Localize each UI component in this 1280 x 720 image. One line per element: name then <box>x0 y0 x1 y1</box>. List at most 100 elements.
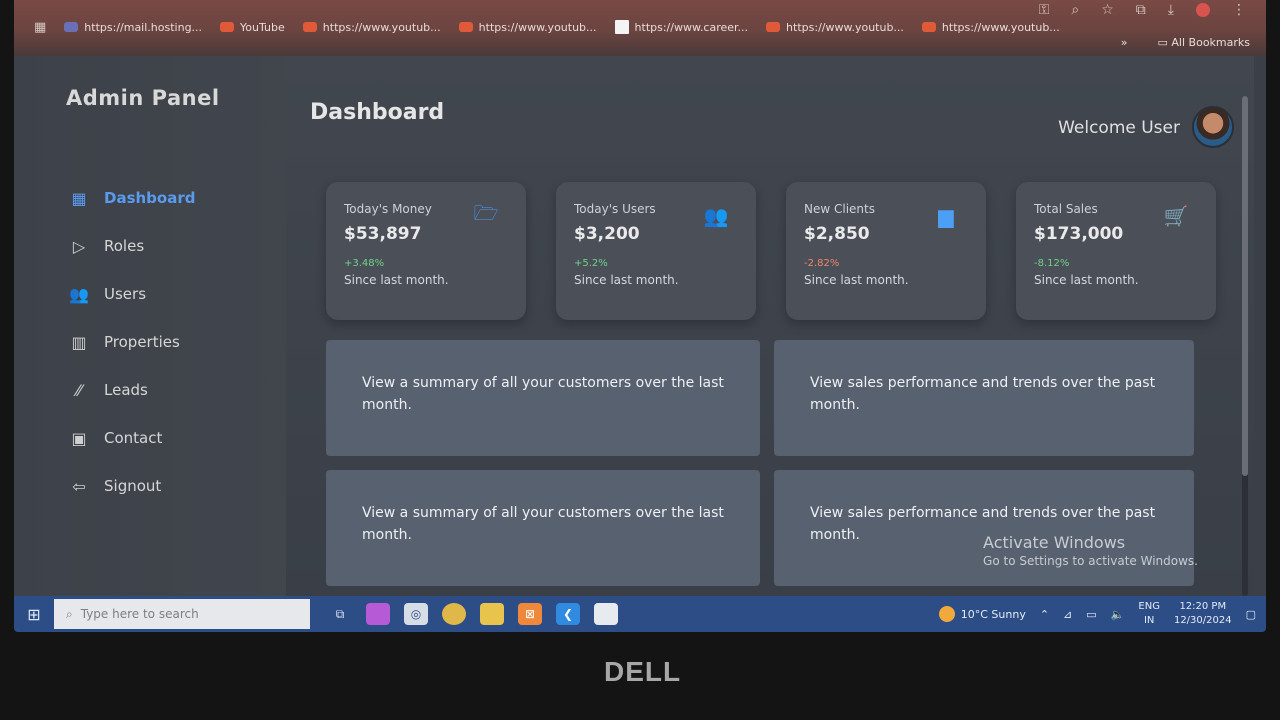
building-icon: ▥ <box>71 332 87 352</box>
windows-start-button[interactable]: ⊞ <box>14 596 54 632</box>
volume-icon[interactable]: 🔈 <box>1111 608 1125 621</box>
bookmark-label: https://www.youtub... <box>478 20 597 34</box>
task-view-icon[interactable]: ⧉ <box>328 603 352 625</box>
youtube-favicon-icon <box>302 22 317 32</box>
youtube-favicon-icon <box>766 22 781 32</box>
file-icon: ▆ <box>938 204 954 228</box>
grid-icon: ▦ <box>71 188 87 208</box>
customers-summary-panel[interactable]: View a summary of all your customers ove… <box>326 340 760 456</box>
sidebar-item-dashboard[interactable]: ▦ Dashboard <box>68 174 195 222</box>
network-icon[interactable]: ⊿ <box>1063 608 1072 621</box>
apps-grid-icon[interactable]: ▦ <box>34 20 46 35</box>
main-content: Dashboard Welcome User Today's Money $53… <box>286 56 1254 596</box>
battery-icon[interactable]: ▭ <box>1086 608 1096 621</box>
sidebar-item-properties[interactable]: ▥ Properties <box>68 318 195 366</box>
sidebar-item-label: Properties <box>104 333 180 351</box>
lang-bottom: IN <box>1143 615 1155 626</box>
xampp-icon[interactable]: ⊠ <box>518 603 542 625</box>
bookmark-item[interactable]: https://www.youtub... <box>921 20 1060 34</box>
stat-change: -8.12% <box>1034 258 1070 269</box>
bookmarks-bar: ⚿ ⌕ ☆ ⧉ ⤓ ⋮ ▦ https://mail.hosting... Yo… <box>14 0 1266 56</box>
sun-icon <box>938 606 955 622</box>
copilot-icon[interactable] <box>366 603 390 625</box>
bookmark-label: https://www.youtub... <box>786 20 904 34</box>
language-indicator[interactable]: ENG IN <box>1138 600 1160 628</box>
stat-change: +3.48% <box>344 258 385 269</box>
bookmark-item[interactable]: https://www.youtub... <box>458 20 597 34</box>
chevron-up-icon[interactable]: ⌃ <box>1040 608 1049 621</box>
sidebar-item-users[interactable]: 👥 Users <box>68 270 195 318</box>
sales-performance-panel[interactable]: View sales performance and trends over t… <box>774 470 1194 586</box>
clock[interactable]: 12:20 PM 12/30/2024 <box>1174 600 1232 628</box>
avatar[interactable] <box>1192 106 1234 148</box>
welcome-text: Welcome User <box>1058 118 1180 138</box>
signout-icon: ⇦ <box>72 476 86 496</box>
search-icon: ⌕ <box>66 606 73 621</box>
bookmark-item[interactable]: YouTube <box>220 21 285 34</box>
bookmark-label: YouTube <box>240 20 285 34</box>
sidebar-item-label: Users <box>104 285 147 303</box>
stat-card-money: Today's Money $53,897 +3.48% Since last … <box>326 182 526 320</box>
taskbar-search[interactable]: ⌕ Type here to search <box>54 599 310 629</box>
windows-taskbar: ⊞ ⌕ Type here to search ⧉ ◎ ⊠ ❮ 10°C Sun… <box>14 596 1266 632</box>
page-scrollbar[interactable] <box>1242 96 1248 596</box>
sidebar-item-signout[interactable]: ⇦ Signout <box>68 462 195 510</box>
cart-icon: 🛒 <box>1163 204 1189 228</box>
bookmark-list: ▦ https://mail.hosting... YouTube https:… <box>14 10 1266 44</box>
sidebar-item-roles[interactable]: ▷ Roles <box>68 222 195 270</box>
dell-logo: DELL <box>604 656 682 687</box>
watermark-subtitle: Go to Settings to activate Windows. <box>983 554 1198 568</box>
vscode-icon[interactable]: ❮ <box>556 603 580 625</box>
customers-summary-panel[interactable]: View a summary of all your customers ove… <box>326 470 760 586</box>
app-icon[interactable]: ◎ <box>404 603 428 625</box>
folder-icon: 🗁 <box>473 201 499 225</box>
bookmark-label: https://www.career... <box>634 20 749 34</box>
more-bookmarks-button[interactable]: » <box>1121 36 1128 49</box>
brand-title: Admin Panel <box>66 86 220 110</box>
scrollbar-thumb[interactable] <box>1242 96 1248 476</box>
file-explorer-icon[interactable] <box>480 603 504 625</box>
sidebar-item-contact[interactable]: ▣ Contact <box>68 414 195 462</box>
weather-widget[interactable]: 10°C Sunny <box>938 606 1026 622</box>
chrome-icon[interactable] <box>442 603 466 625</box>
sidebar-item-label: Signout <box>104 477 162 495</box>
youtube-favicon-icon <box>921 22 936 32</box>
activate-windows-watermark: Activate Windows Go to Settings to activ… <box>983 533 1198 568</box>
stat-subtext: Since last month. <box>344 273 449 287</box>
photos-icon[interactable] <box>594 603 618 625</box>
bookmark-item[interactable]: https://mail.hosting... <box>64 21 202 34</box>
youtube-favicon-icon <box>458 22 473 32</box>
admin-app: Admin Panel ▦ Dashboard ▷ Roles 👥 Users <box>14 56 1254 596</box>
sidebar-item-label: Roles <box>104 237 145 255</box>
stat-subtext: Since last month. <box>804 273 909 287</box>
all-bookmarks-button[interactable]: ▭ All Bookmarks <box>1158 36 1250 49</box>
mail-favicon-icon <box>64 22 79 32</box>
all-bookmarks-label: All Bookmarks <box>1171 36 1250 49</box>
stat-change: -2.82% <box>804 258 840 269</box>
career-favicon-icon <box>614 20 629 34</box>
bookmark-item[interactable]: https://www.youtub... <box>302 20 441 34</box>
clock-time: 12:20 PM <box>1179 601 1227 612</box>
contact-card-icon: ▣ <box>71 428 87 448</box>
sidebar-item-label: Leads <box>104 381 148 399</box>
stats-row: Today's Money $53,897 +3.48% Since last … <box>326 182 1216 320</box>
notifications-icon[interactable]: ▢ <box>1246 608 1256 621</box>
youtube-favicon-icon <box>220 22 235 32</box>
bookmark-label: https://www.youtub... <box>941 20 1060 34</box>
bookmark-label: https://mail.hosting... <box>84 20 203 34</box>
bookmark-item[interactable]: https://www.youtub... <box>766 21 904 34</box>
leads-icon: ⁄⁄ <box>76 380 82 400</box>
stat-subtext: Since last month. <box>574 273 679 287</box>
users-icon: 👥 <box>69 284 89 304</box>
stat-card-sales: Total Sales $173,000 -8.12% Since last m… <box>1016 182 1216 320</box>
sidebar-item-label: Dashboard <box>104 189 196 207</box>
sidebar-item-leads[interactable]: ⁄⁄ Leads <box>68 366 195 414</box>
lang-top: ENG <box>1138 601 1160 612</box>
screen: ⚿ ⌕ ☆ ⧉ ⤓ ⋮ ▦ https://mail.hosting... Yo… <box>14 0 1266 632</box>
sidebar-item-label: Contact <box>104 429 163 447</box>
sales-performance-panel[interactable]: View sales performance and trends over t… <box>774 340 1194 456</box>
search-placeholder: Type here to search <box>80 607 199 621</box>
monitor-bezel: ⚿ ⌕ ☆ ⧉ ⤓ ⋮ ▦ https://mail.hosting... Yo… <box>0 0 1280 720</box>
bookmark-item[interactable]: https://www.career... <box>614 20 749 34</box>
bookmark-label: https://www.youtub... <box>322 20 441 34</box>
